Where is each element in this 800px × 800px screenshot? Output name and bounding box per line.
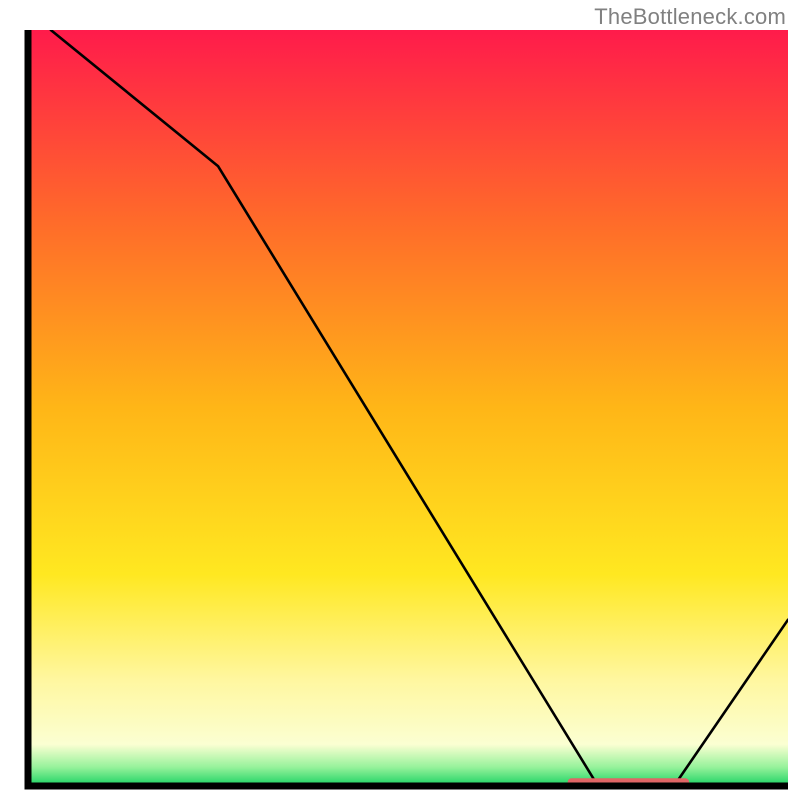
watermark-label: TheBottleneck.com — [594, 4, 786, 30]
bottleneck-chart — [0, 0, 800, 800]
gradient-background — [28, 30, 788, 786]
chart-container: TheBottleneck.com — [0, 0, 800, 800]
